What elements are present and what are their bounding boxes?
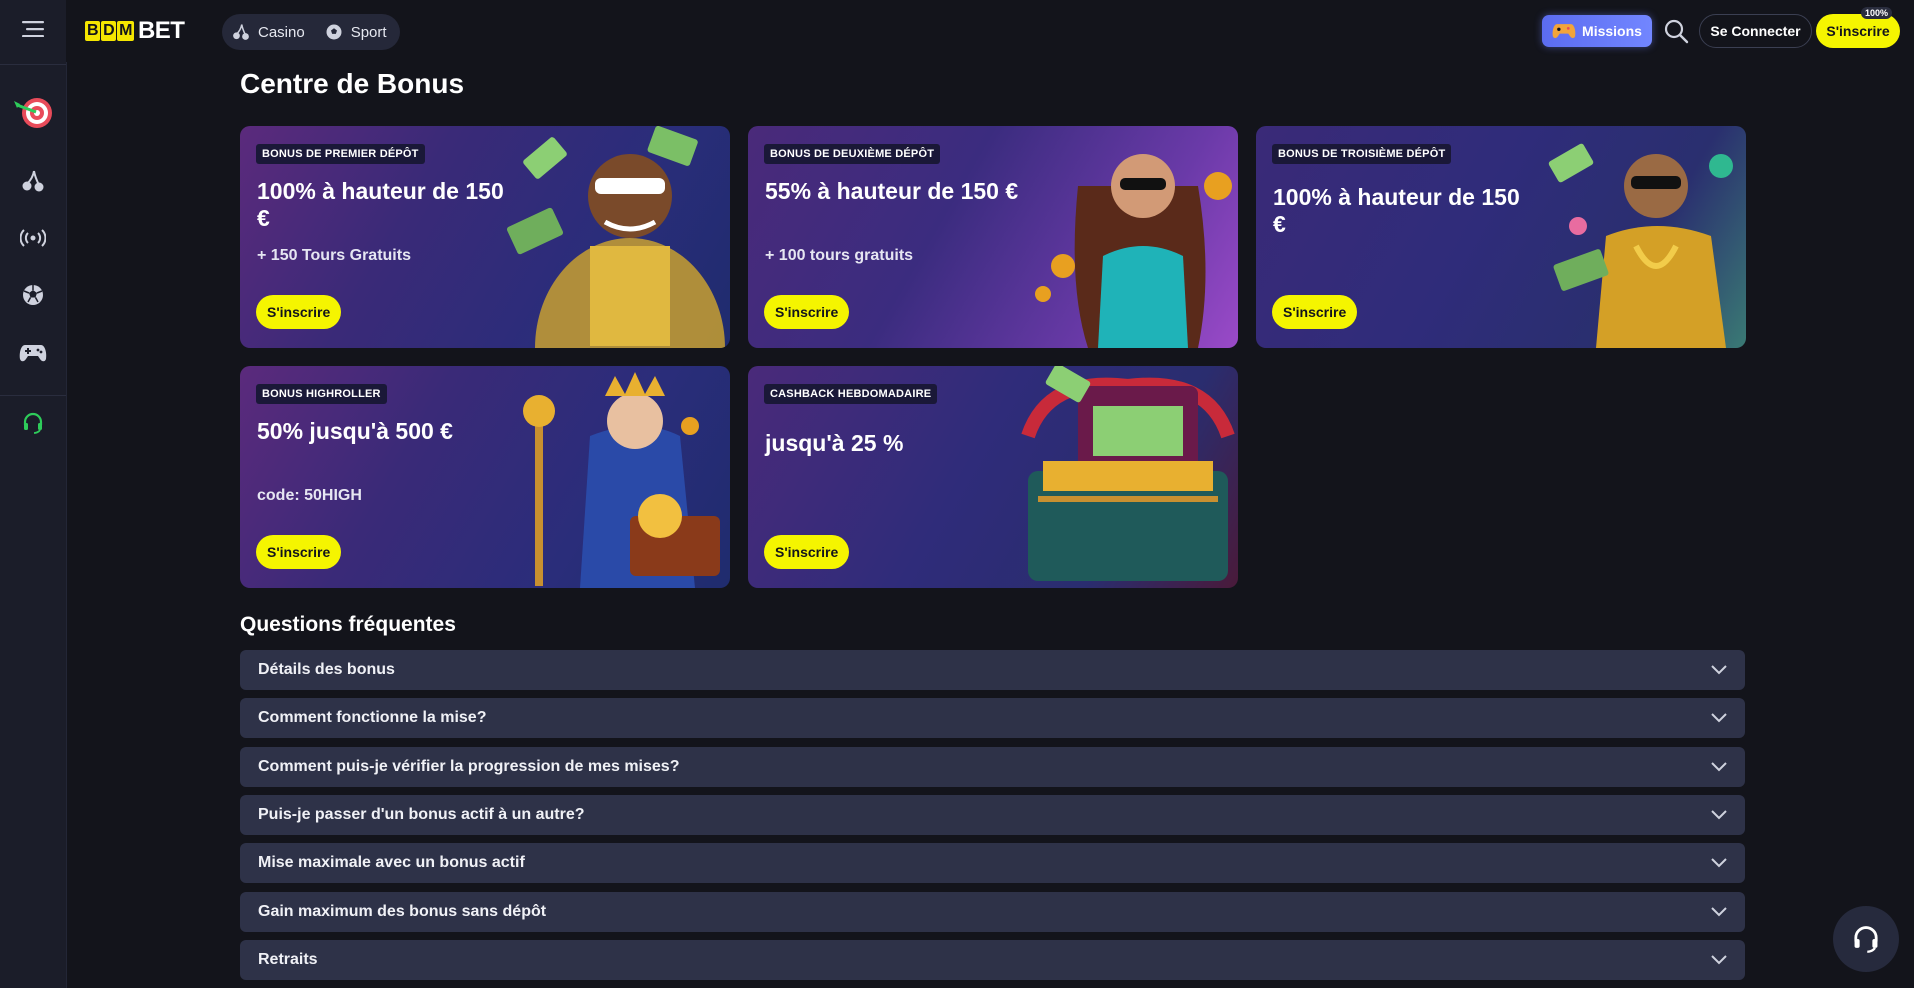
bonus-card-highroller: BONUS HIGHROLLER 50% jusqu'à 500 € code:… [240, 366, 730, 588]
card-subtitle: + 150 Tours Gratuits [257, 247, 411, 264]
card-signup-button[interactable]: S'inscrire [256, 295, 342, 329]
card-tag: BONUS DE DEUXIÈME DÉPÔT [764, 144, 941, 164]
menu-button[interactable] [0, 7, 66, 51]
search-button[interactable] [1663, 18, 1689, 44]
card-tag: BONUS DE TROISIÈME DÉPÔT [1272, 144, 1452, 164]
chevron-down-icon [1711, 955, 1727, 965]
bonus-character-image [506, 126, 725, 348]
logo[interactable]: B D M BET [85, 17, 185, 44]
chevron-down-icon [1711, 810, 1727, 820]
card-title: 100% à hauteur de 150 € [1273, 184, 1520, 237]
card-title: 50% jusqu'à 500 € [257, 418, 453, 444]
headset-icon [1854, 926, 1878, 953]
card-subtitle: + 100 tours gratuits [765, 247, 914, 264]
target-dart-icon [14, 98, 52, 128]
sidebar-item-live[interactable] [0, 216, 66, 260]
faq-question: Comment fonctionne la mise? [258, 709, 487, 726]
faq-question: Retraits [258, 951, 318, 968]
sidebar-item-casino[interactable] [0, 159, 66, 203]
chevron-down-icon [1711, 762, 1727, 772]
bonus-character-image [1548, 143, 1733, 348]
bonus-character-image [523, 372, 720, 588]
card-title: jusqu'à 25 % [765, 430, 904, 456]
headset-icon [23, 412, 43, 434]
faq-question: Gain maximum des bonus sans dépôt [258, 903, 547, 920]
faq-title: Questions fréquentes [240, 613, 456, 636]
faq-item[interactable]: Gain maximum des bonus sans dépôt [240, 892, 1745, 932]
page-title: Centre de Bonus [240, 68, 465, 99]
faq-item[interactable]: Comment puis-je vérifier la progression … [240, 747, 1745, 787]
gamepad-icon [1552, 24, 1576, 39]
soccer-ball-icon [326, 24, 342, 40]
bonus-card-first-deposit: BONUS DE PREMIER DÉPÔT 100% à hauteur de… [240, 126, 730, 348]
soccer-ball-icon [23, 285, 43, 305]
faq-question: Puis-je passer d'un bonus actif à un aut… [258, 806, 585, 823]
faq-item[interactable]: Détails des bonus [240, 650, 1745, 690]
bonus-card-third-deposit: BONUS DE TROISIÈME DÉPÔT 100% à hauteur … [1256, 126, 1746, 348]
sidebar-divider [0, 395, 66, 396]
nav-sport[interactable]: Sport [315, 23, 397, 41]
faq-item[interactable]: Comment fonctionne la mise? [240, 698, 1745, 738]
nav-sport-label: Sport [350, 23, 387, 41]
card-subtitle: code: 50HIGH [257, 487, 362, 504]
nav-casino-label: Casino [258, 23, 305, 41]
search-icon [1664, 19, 1689, 44]
logo-letter: B [85, 21, 101, 41]
faq-item[interactable]: Mise maximale avec un bonus actif [240, 843, 1745, 883]
login-button[interactable]: Se Connecter [1699, 14, 1812, 48]
faq-question: Comment puis-je vérifier la progression … [258, 758, 680, 775]
faq-question: Détails des bonus [258, 661, 395, 678]
card-tag: BONUS DE PREMIER DÉPÔT [256, 144, 425, 164]
chevron-down-icon [1711, 713, 1727, 723]
gamepad-icon [19, 345, 47, 362]
hamburger-icon [22, 21, 44, 37]
missions-label: Missions [1582, 23, 1642, 39]
card-signup-button[interactable]: S'inscrire [256, 535, 342, 569]
faq-question: Mise maximale avec un bonus actif [258, 854, 525, 871]
sidebar [0, 0, 67, 988]
card-title: 55% à hauteur de 150 € [765, 178, 1019, 204]
cherry-icon [233, 24, 249, 40]
cashback-chest-image [1021, 366, 1235, 581]
card-signup-button[interactable]: S'inscrire [764, 535, 850, 569]
card-tag: CASHBACK HEBDOMADAIRE [764, 384, 938, 404]
logo-letter: D [101, 21, 117, 41]
logo-letter: M [117, 21, 134, 41]
live-broadcast-icon [20, 229, 46, 247]
chevron-down-icon [1711, 665, 1727, 675]
card-signup-button[interactable]: S'inscrire [764, 295, 850, 329]
card-tag: BONUS HIGHROLLER [256, 384, 387, 404]
sidebar-item-missions[interactable] [0, 88, 66, 134]
bonus-character-image [1035, 154, 1232, 348]
faq-item[interactable]: Retraits [240, 940, 1745, 980]
faq-item[interactable]: Puis-je passer d'un bonus actif à un aut… [240, 795, 1745, 835]
bonus-card-cashback: CASHBACK HEBDOMADAIRE jusqu'à 25 % S'ins… [748, 366, 1238, 588]
sidebar-item-sport[interactable] [0, 273, 66, 317]
logo-text: BET [137, 17, 185, 44]
chevron-down-icon [1711, 858, 1727, 868]
cherry-icon [22, 170, 44, 192]
sidebar-divider [0, 64, 66, 65]
promo-badge: 100% [1861, 7, 1893, 19]
missions-button[interactable]: Missions [1542, 15, 1652, 47]
bonus-card-second-deposit: BONUS DE DEUXIÈME DÉPÔT 55% à hauteur de… [748, 126, 1238, 348]
support-chat-button[interactable] [1833, 906, 1899, 972]
card-title: 100% à hauteur de 150 € [257, 178, 504, 231]
card-signup-button[interactable]: S'inscrire [1272, 295, 1358, 329]
signup-button[interactable]: S'inscrire [1816, 14, 1900, 48]
sidebar-item-games[interactable] [0, 331, 66, 375]
sidebar-item-support[interactable] [0, 401, 66, 445]
nav-casino[interactable]: Casino [222, 23, 315, 41]
main-nav: Casino Sport [222, 14, 400, 50]
chevron-down-icon [1711, 907, 1727, 917]
